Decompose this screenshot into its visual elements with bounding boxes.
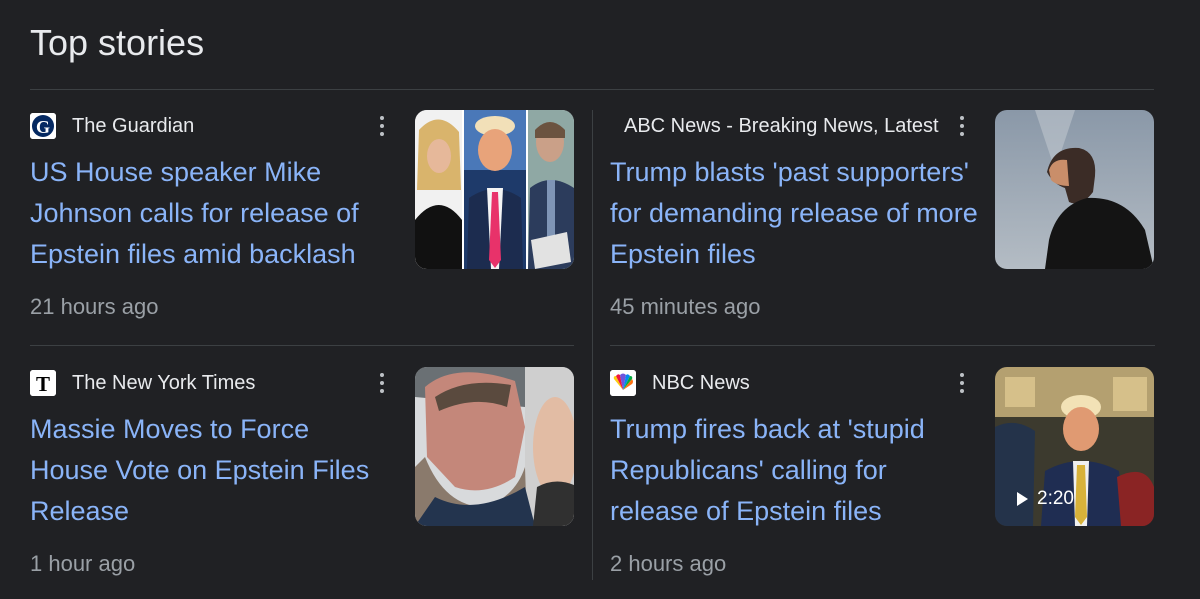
source-name: The New York Times (72, 371, 256, 394)
more-options-icon[interactable] (371, 369, 393, 397)
more-options-icon[interactable] (951, 112, 973, 140)
story-thumbnail[interactable] (995, 110, 1154, 269)
story-timestamp: 1 hour ago (30, 551, 136, 576)
source-row: G The Guardian (30, 112, 194, 140)
source-name: ABC News - Breaking News, Latest (624, 114, 939, 137)
story-card-abc[interactable]: ABC News - Breaking News, Latest Trump b… (610, 110, 1155, 330)
story-card-nbc[interactable]: NBC News Trump fires back at 'stupid Rep… (610, 367, 1155, 587)
more-options-icon[interactable] (371, 112, 393, 140)
story-thumbnail[interactable] (415, 367, 574, 526)
play-icon (1017, 492, 1028, 506)
story-card-guardian[interactable]: G The Guardian US House speaker Mike Joh… (30, 110, 575, 330)
story-thumbnail[interactable] (415, 110, 574, 269)
story-headline[interactable]: Massie Moves to Force House Vote on Epst… (30, 409, 390, 532)
story-headline[interactable]: Trump blasts 'past supporters' for deman… (610, 152, 985, 275)
source-name: NBC News (652, 371, 750, 394)
svg-text:T: T (36, 372, 50, 396)
section-title: Top stories (30, 22, 205, 63)
nyt-logo-icon: T (30, 370, 56, 396)
source-row: NBC News (610, 369, 750, 397)
story-timestamp: 2 hours ago (610, 551, 727, 576)
video-duration: 2:20 (1037, 488, 1074, 509)
nbc-peacock-icon (610, 370, 636, 396)
guardian-logo-icon: G (30, 113, 56, 139)
row-divider-right (610, 345, 1155, 346)
source-row: T The New York Times (30, 369, 255, 397)
story-card-nyt[interactable]: T The New York Times Massie Moves to For… (30, 367, 575, 587)
video-duration-badge: 2:20 (1017, 488, 1074, 510)
more-options-icon[interactable] (951, 369, 973, 397)
column-divider (592, 110, 593, 580)
story-timestamp: 21 hours ago (30, 294, 159, 319)
story-headline[interactable]: Trump fires back at 'stupid Republicans'… (610, 409, 970, 532)
source-row: ABC News - Breaking News, Latest (624, 112, 939, 140)
svg-text:G: G (36, 117, 50, 137)
top-divider (30, 89, 1154, 90)
source-name: The Guardian (72, 114, 195, 137)
story-headline[interactable]: US House speaker Mike Johnson calls for … (30, 152, 390, 275)
story-thumbnail[interactable]: 2:20 (995, 367, 1154, 526)
row-divider-left (30, 345, 574, 346)
story-timestamp: 45 minutes ago (610, 294, 761, 319)
